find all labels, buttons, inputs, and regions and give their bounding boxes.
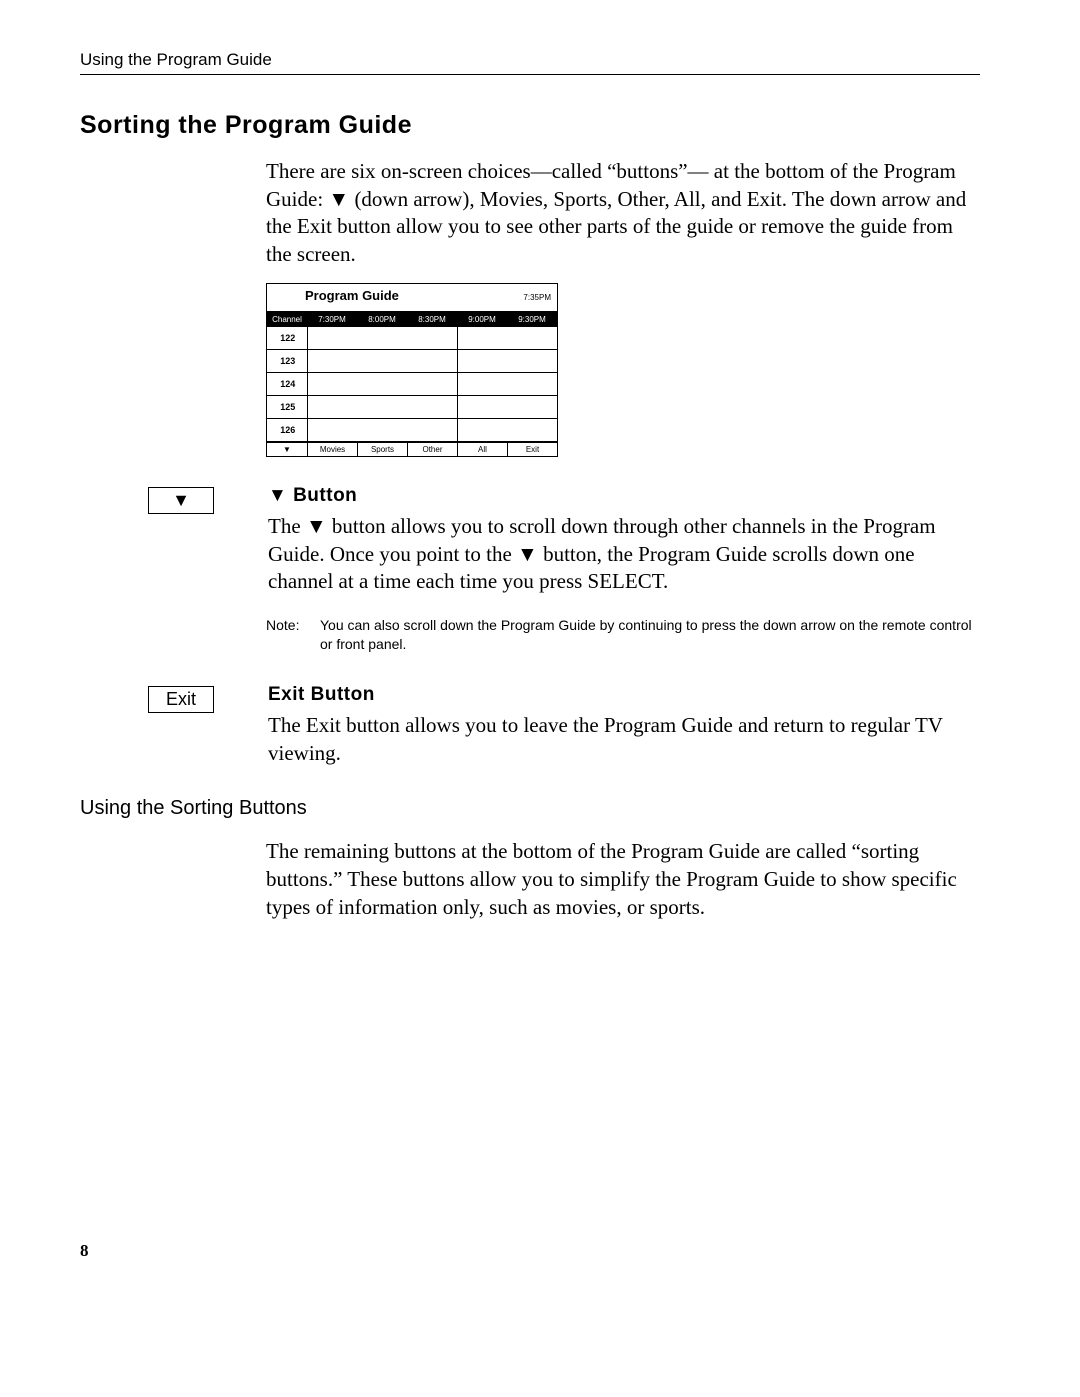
down-button-heading: ▼ Button xyxy=(268,485,980,507)
guide-timeslot: 7:30PM xyxy=(307,312,357,326)
running-header: Using the Program Guide xyxy=(80,50,980,70)
down-arrow-icon: ▼ xyxy=(172,490,190,510)
guide-channel: 126 xyxy=(267,418,307,441)
intro-paragraph: There are six on-screen choices—called “… xyxy=(266,158,980,269)
sorting-body: The remaining buttons at the bottom of t… xyxy=(266,838,980,921)
sorting-heading: Using the Sorting Buttons xyxy=(80,797,980,820)
guide-grid: Channel 7:30PM 8:00PM 8:30PM 9:00PM 9:30… xyxy=(267,312,557,442)
note: Note: You can also scroll down the Progr… xyxy=(266,616,980,654)
page: Using the Program Guide Sorting the Prog… xyxy=(0,0,1080,1311)
guide-title: Program Guide xyxy=(275,288,523,303)
note-text: You can also scroll down the Program Gui… xyxy=(320,616,980,654)
guide-movies-button[interactable]: Movies xyxy=(307,443,357,456)
exit-button-heading: Exit Button xyxy=(268,684,980,706)
note-label: Note: xyxy=(266,616,320,654)
guide-sports-button[interactable]: Sports xyxy=(357,443,407,456)
exit-margin-icon: Exit xyxy=(148,686,214,713)
guide-timeslot: 8:30PM xyxy=(407,312,457,326)
guide-timeslot: 9:30PM xyxy=(507,312,557,326)
program-guide-figure: Program Guide 7:35PM Channel 7:30PM 8:00… xyxy=(266,283,980,457)
header-rule xyxy=(80,74,980,75)
guide-other-button[interactable]: Other xyxy=(407,443,457,456)
guide-timeslot: 8:00PM xyxy=(357,312,407,326)
guide-channel: 124 xyxy=(267,372,307,395)
guide-all-button[interactable]: All xyxy=(457,443,507,456)
guide-clock: 7:35PM xyxy=(523,293,551,302)
guide-down-button[interactable]: ▼ xyxy=(267,443,307,456)
guide-channel: 125 xyxy=(267,395,307,418)
exit-button-body: The Exit button allows you to leave the … xyxy=(268,712,980,767)
guide-footer: ▼ Movies Sports Other All Exit xyxy=(267,442,557,456)
guide-exit-button[interactable]: Exit xyxy=(507,443,557,456)
down-button-body: The ▼ button allows you to scroll down t… xyxy=(268,513,980,596)
guide-col-channel: Channel xyxy=(267,312,307,326)
section-title: Sorting the Program Guide xyxy=(80,111,980,140)
guide-channel: 122 xyxy=(267,326,307,349)
guide-channel: 123 xyxy=(267,349,307,372)
guide-timeslot: 9:00PM xyxy=(457,312,507,326)
down-arrow-margin-icon: ▼ xyxy=(148,487,214,514)
page-number: 8 xyxy=(80,1241,980,1261)
